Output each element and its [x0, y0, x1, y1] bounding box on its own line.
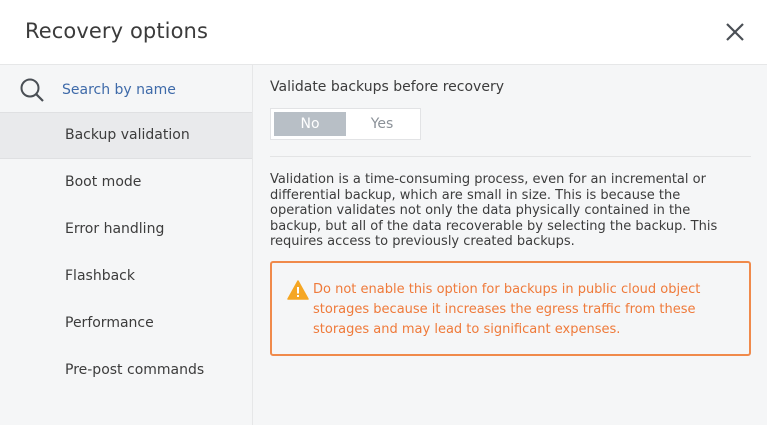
warning-icon — [287, 280, 309, 300]
option-description: Validation is a time-consuming process, … — [270, 172, 718, 249]
dialog-title: Recovery options — [25, 19, 208, 43]
warning-text: Do not enable this option for backups in… — [313, 282, 701, 337]
sidebar-item-boot-mode[interactable]: Boot mode — [0, 159, 252, 206]
validate-toggle: No Yes — [270, 108, 421, 140]
warning-box: Do not enable this option for backups in… — [270, 261, 751, 356]
sidebar-item-pre-post-commands[interactable]: Pre-post commands — [0, 347, 252, 394]
options-sidebar: Backup validation Boot mode Error handli… — [0, 65, 253, 425]
search-input[interactable] — [62, 79, 242, 101]
sidebar-item-flashback[interactable]: Flashback — [0, 253, 252, 300]
sidebar-item-performance[interactable]: Performance — [0, 300, 252, 347]
recovery-options-dialog: Recovery options Backup validation Boot … — [0, 0, 767, 425]
close-icon[interactable] — [722, 19, 748, 45]
toggle-no-button[interactable]: No — [274, 112, 346, 136]
dialog-header: Recovery options — [0, 0, 767, 65]
search-icon[interactable] — [18, 76, 46, 104]
sidebar-item-backup-validation[interactable]: Backup validation — [0, 112, 252, 159]
toggle-yes-button[interactable]: Yes — [346, 112, 418, 136]
sidebar-search — [0, 65, 252, 113]
option-label: Validate backups before recovery — [270, 79, 504, 95]
divider — [270, 156, 751, 157]
sidebar-item-error-handling[interactable]: Error handling — [0, 206, 252, 253]
